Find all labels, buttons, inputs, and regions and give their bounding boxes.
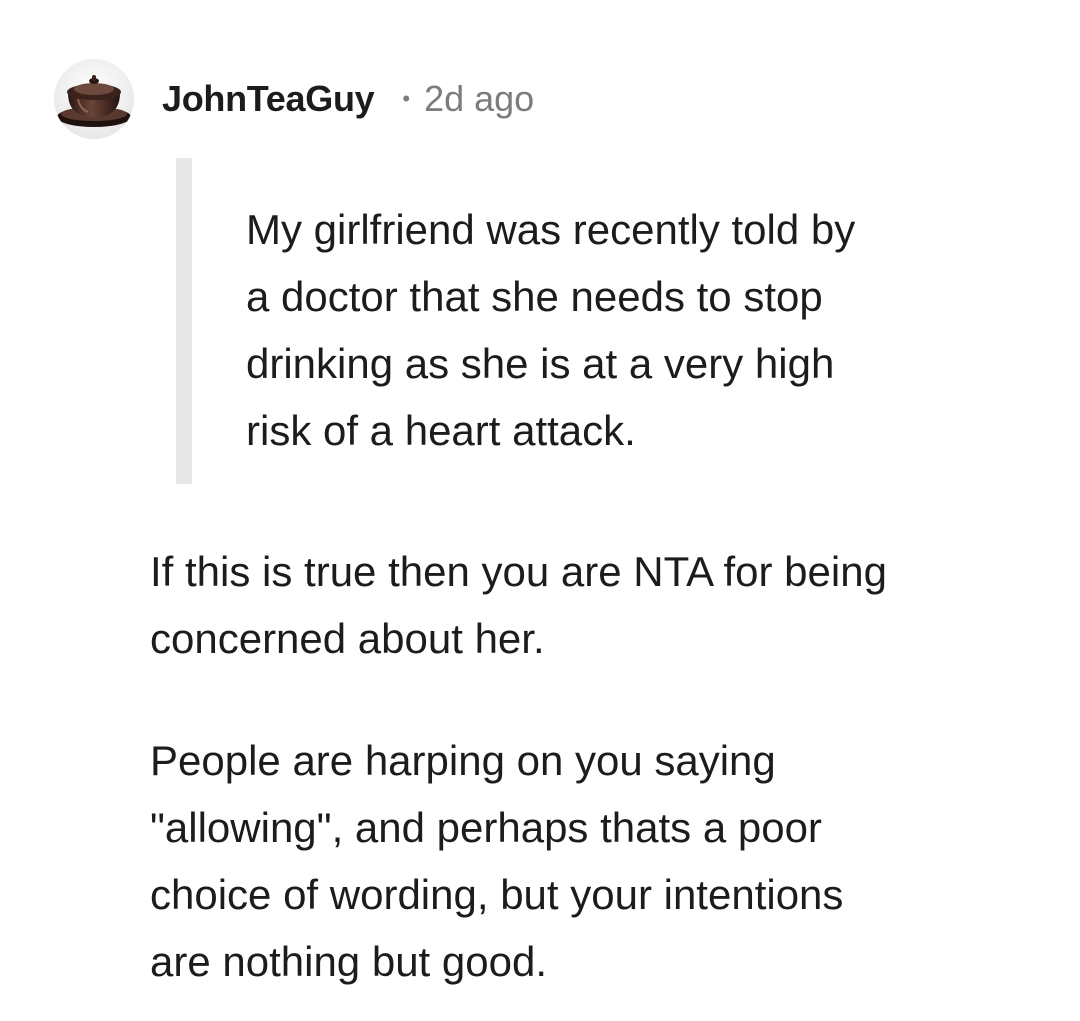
avatar[interactable] <box>54 59 134 139</box>
comment-paragraph-2: People are harping on you saying "allowi… <box>150 737 844 985</box>
comment-timestamp: 2d ago <box>424 78 535 119</box>
teacup-icon <box>54 59 134 139</box>
comment-paragraph-1: If this is true then you are NTA for bei… <box>150 548 887 662</box>
quote-text: My girlfriend was recently told by a doc… <box>246 206 856 454</box>
comment-header: JohnTeaGuy • 2d ago <box>54 58 534 140</box>
quote-bar <box>176 158 192 484</box>
blockquote: My girlfriend was recently told by a doc… <box>176 158 976 484</box>
comment-author[interactable]: JohnTeaGuy <box>162 78 375 120</box>
comment: JohnTeaGuy • 2d ago My girlfriend was re… <box>0 0 1080 1021</box>
meta-separator: • <box>402 86 411 111</box>
